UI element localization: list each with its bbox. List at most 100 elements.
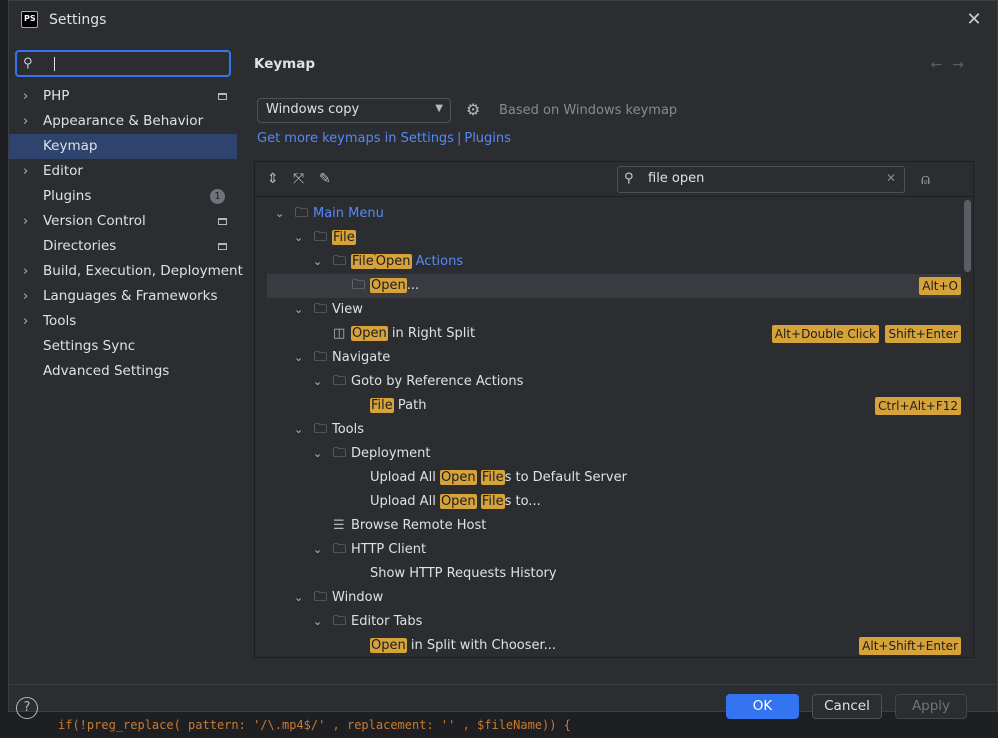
- folder-icon: 🗀: [333, 374, 347, 389]
- sidebar-item-tools[interactable]: › Tools: [9, 309, 237, 334]
- label-part: View: [332, 302, 363, 317]
- window-title: Settings: [49, 12, 107, 28]
- sidebar-item-appearance-behavior[interactable]: › Appearance & Behavior: [9, 109, 237, 134]
- help-icon[interactable]: ?: [16, 697, 38, 719]
- actions-tree-panel: ⇕ ⤧ ✎ ⚲ ✕ ⍝ ⌄🗀Main Menu⌄🗀File⌄🗀FileOpen …: [254, 161, 974, 658]
- sidebar-item-label: Version Control: [43, 213, 146, 229]
- tree-row[interactable]: ◫ Open in Right Split Alt+Double Click Shif…: [267, 322, 961, 346]
- sidebar-item-plugins[interactable]: Plugins 1: [9, 184, 237, 209]
- page-title: Keymap: [254, 56, 316, 72]
- tree-row[interactable]: ⌄ 🗀 Deployment: [267, 442, 961, 466]
- tree-row[interactable]: ⌄ 🗀 File: [267, 226, 961, 250]
- cancel-button[interactable]: Cancel: [812, 694, 882, 719]
- tree-row[interactable]: ⌄ 🗀 Tools: [267, 418, 961, 442]
- sidebar-item-directories[interactable]: Directories: [9, 234, 237, 259]
- settings-search-field[interactable]: ⚲: [15, 50, 231, 77]
- tree-row[interactable]: 🗀 Open... Alt+O: [267, 274, 961, 298]
- tree-row[interactable]: Show HTTP Requests History: [267, 562, 961, 586]
- sidebar-item-build-execution-deployment[interactable]: › Build, Execution, Deployment: [9, 259, 243, 284]
- clear-icon[interactable]: ✕: [886, 171, 896, 185]
- sidebar-item-languages-frameworks[interactable]: › Languages & Frameworks: [9, 284, 237, 309]
- tree-row[interactable]: File Path Ctrl+Alt+F12: [267, 394, 961, 418]
- keymap-select[interactable]: Windows copy ▼: [257, 98, 451, 123]
- chevron-down-icon[interactable]: ⌄: [294, 346, 303, 370]
- chevron-down-icon[interactable]: ⌄: [313, 370, 322, 394]
- chevron-down-icon[interactable]: ⌄: [294, 586, 303, 610]
- action-filter-field[interactable]: ⚲ ✕: [617, 166, 905, 193]
- chevron-right-icon[interactable]: ›: [23, 259, 28, 284]
- search-match: Open: [370, 278, 407, 293]
- chevron-down-icon[interactable]: ⌄: [275, 202, 284, 226]
- label-part: Tools: [332, 422, 365, 437]
- plugins-link[interactable]: Plugins: [464, 131, 511, 146]
- tree-row[interactable]: ⌄ 🗀 HTTP Client: [267, 538, 961, 562]
- apply-button[interactable]: Apply: [895, 694, 967, 719]
- tree-row[interactable]: ⌄ 🗀 Window: [267, 586, 961, 610]
- search-match: Open: [351, 326, 388, 341]
- collapse-all-icon[interactable]: ⤧: [293, 171, 304, 187]
- sidebar-item-keymap[interactable]: Keymap: [9, 134, 237, 159]
- tree-row[interactable]: ⌄ 🗀 Goto by Reference Actions: [267, 370, 961, 394]
- ok-button[interactable]: OK: [726, 694, 799, 719]
- chevron-down-icon[interactable]: ⌄: [294, 298, 303, 322]
- label-part: Deployment: [351, 446, 431, 461]
- folder-icon: 🗀: [333, 614, 347, 629]
- tree-row[interactable]: ⌄ 🗀 Navigate: [267, 346, 961, 370]
- tree-scrollbar[interactable]: [964, 200, 971, 272]
- based-on-label: Based on Windows keymap: [499, 103, 678, 118]
- settings-search-input[interactable]: [47, 55, 222, 73]
- chevron-right-icon[interactable]: ›: [23, 284, 28, 309]
- tree-row[interactable]: ⌄ 🗀 File Open Actions: [267, 250, 961, 274]
- tree-row[interactable]: Open in Split with Chooser... Alt+Shift+E…: [267, 634, 961, 658]
- back-forward-arrows[interactable]: ←→: [931, 57, 974, 73]
- search-icon: ⚲: [624, 171, 634, 186]
- chevron-right-icon[interactable]: ›: [23, 109, 28, 134]
- label-part: in Split with Chooser...: [406, 638, 557, 653]
- edit-icon[interactable]: ✎: [319, 171, 331, 187]
- gear-icon[interactable]: ⚙: [466, 100, 480, 119]
- chevron-down-icon[interactable]: ⌄: [313, 610, 322, 634]
- folder-icon: 🗀: [314, 422, 328, 437]
- close-icon[interactable]: ✕: [965, 11, 983, 29]
- server-icon: ☰: [333, 518, 345, 533]
- chevron-right-icon[interactable]: ›: [23, 209, 28, 234]
- expand-all-icon[interactable]: ⇕: [267, 171, 279, 187]
- tree-row[interactable]: Upload All Open Files to...: [267, 490, 961, 514]
- chevron-down-icon[interactable]: ⌄: [313, 250, 322, 274]
- link-separator: |: [456, 131, 462, 146]
- folder-icon: 🗀: [333, 446, 347, 461]
- chevron-right-icon[interactable]: ›: [23, 84, 28, 109]
- sidebar-item-advanced-settings[interactable]: Advanced Settings: [9, 359, 237, 384]
- sidebar-item-label: Directories: [43, 238, 117, 254]
- chevron-right-icon[interactable]: ›: [23, 159, 28, 184]
- settings-link[interactable]: Get more keymaps in Settings: [257, 131, 454, 146]
- folder-icon: 🗀: [314, 302, 328, 317]
- sidebar-item-settings-sync[interactable]: Settings Sync: [9, 334, 237, 359]
- sidebar-item-version-control[interactable]: › Version Control: [9, 209, 237, 234]
- tree-toolbar: ⇕ ⤧ ✎ ⚲ ✕ ⍝: [255, 162, 973, 197]
- sidebar-item-label: Build, Execution, Deployment: [43, 263, 243, 279]
- chevron-down-icon[interactable]: ⌄: [313, 442, 322, 466]
- action-filter-input[interactable]: [648, 171, 868, 186]
- chevron-down-icon[interactable]: ⌄: [294, 418, 303, 442]
- tree-row[interactable]: ⌄ 🗀 Editor Tabs: [267, 610, 961, 634]
- find-by-shortcut-icon[interactable]: ⍝: [921, 170, 930, 188]
- tree-row[interactable]: ⌄ 🗀 View: [267, 298, 961, 322]
- tree-row[interactable]: ☰ Browse Remote Host: [267, 514, 961, 538]
- label-part: Editor Tabs: [351, 614, 423, 629]
- search-match: File: [480, 470, 505, 485]
- sidebar-item-editor[interactable]: › Editor: [9, 159, 237, 184]
- sidebar-item-label: PHP: [43, 88, 70, 104]
- label-part: s to Default Server: [504, 470, 627, 485]
- project-level-icon: [218, 93, 227, 100]
- shortcut-badge: Alt+O: [919, 277, 961, 295]
- tree-row[interactable]: Upload All Open Files to Default Server: [267, 466, 961, 490]
- chevron-right-icon[interactable]: ›: [23, 309, 28, 334]
- actions-tree: ⌄ 🗀 Main Menu ⌄ 🗀 File ⌄ 🗀 File Open Actions 🗀 Open…: [255, 198, 961, 658]
- tree-row[interactable]: ⌄ 🗀 Main Menu: [267, 202, 961, 226]
- chevron-down-icon: ▼: [435, 103, 443, 114]
- chevron-down-icon[interactable]: ⌄: [313, 538, 322, 562]
- sidebar-item-php[interactable]: › PHP: [9, 84, 237, 109]
- folder-icon: 🗀: [314, 350, 328, 365]
- chevron-down-icon[interactable]: ⌄: [294, 226, 303, 250]
